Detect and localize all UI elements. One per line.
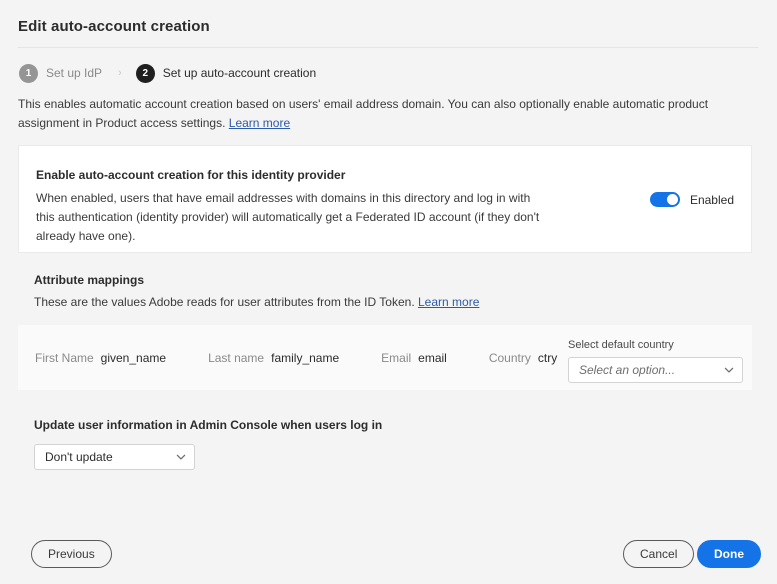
update-user-info-heading: Update user information in Admin Console… xyxy=(34,418,382,432)
chevron-down-icon xyxy=(176,452,186,462)
step-item-set-up-auto-account-creation[interactable]: 2 Set up auto-account creation xyxy=(136,64,316,83)
step-indicator: 1 Set up IdP › 2 Set up auto-account cre… xyxy=(19,63,316,83)
intro-learn-more-link[interactable]: Learn more xyxy=(229,116,290,130)
attribute-key-country: Country xyxy=(489,351,531,365)
attribute-pair-first-name: First Name given_name xyxy=(35,351,166,365)
enable-toggle-label: Enabled xyxy=(690,193,734,207)
attribute-value-last-name: family_name xyxy=(271,351,339,365)
previous-button[interactable]: Previous xyxy=(31,540,112,568)
cancel-button[interactable]: Cancel xyxy=(623,540,694,568)
attribute-mappings-subtext-text: These are the values Adobe reads for use… xyxy=(34,295,415,309)
edit-auto-account-creation-page: Edit auto-account creation 1 Set up IdP … xyxy=(0,0,777,584)
step-label-set-up-auto-account-creation: Set up auto-account creation xyxy=(163,66,316,80)
default-country-block: Select default country Select an option.… xyxy=(568,339,743,383)
attribute-value-country: ctry xyxy=(538,351,557,365)
attribute-mappings-heading: Attribute mappings xyxy=(34,273,144,287)
default-country-select[interactable]: Select an option... xyxy=(568,357,743,383)
title-divider xyxy=(18,47,758,48)
intro-text: This enables automatic account creation … xyxy=(18,97,708,130)
default-country-label: Select default country xyxy=(568,339,743,351)
enable-card-title: Enable auto-account creation for this id… xyxy=(36,168,345,182)
chevron-down-icon xyxy=(724,365,734,375)
step-number-2: 2 xyxy=(136,64,155,83)
attribute-key-first-name: First Name xyxy=(35,351,94,365)
attribute-key-last-name: Last name xyxy=(208,351,264,365)
attribute-pair-email: Email email xyxy=(381,351,447,365)
attribute-key-email: Email xyxy=(381,351,411,365)
enable-auto-account-creation-card: Enable auto-account creation for this id… xyxy=(18,145,752,253)
step-number-1: 1 xyxy=(19,64,38,83)
attribute-mappings-panel: First Name given_name Last name family_n… xyxy=(18,325,752,390)
update-user-info-select[interactable]: Don't update xyxy=(34,444,195,470)
attribute-pair-last-name: Last name family_name xyxy=(208,351,339,365)
done-button[interactable]: Done xyxy=(697,540,761,568)
attribute-pair-country: Country ctry xyxy=(489,351,557,365)
intro-paragraph: This enables automatic account creation … xyxy=(18,95,746,133)
attribute-mappings-subtext: These are the values Adobe reads for use… xyxy=(34,295,479,309)
attribute-mappings-learn-more-link[interactable]: Learn more xyxy=(418,295,479,309)
enable-toggle-group[interactable]: Enabled xyxy=(650,192,734,207)
page-title: Edit auto-account creation xyxy=(18,18,210,35)
step-item-set-up-idp[interactable]: 1 Set up IdP xyxy=(19,64,102,83)
step-separator-chevron-icon: › xyxy=(118,68,122,79)
enable-auto-account-creation-toggle[interactable] xyxy=(650,192,680,207)
attribute-value-first-name: given_name xyxy=(101,351,166,365)
attribute-value-email: email xyxy=(418,351,447,365)
attribute-mappings-row: First Name given_name Last name family_n… xyxy=(35,351,599,365)
enable-card-description: When enabled, users that have email addr… xyxy=(36,189,546,246)
toggle-knob xyxy=(667,194,678,205)
default-country-select-value: Select an option... xyxy=(579,363,675,377)
update-user-info-select-value: Don't update xyxy=(45,450,113,464)
step-label-set-up-idp: Set up IdP xyxy=(46,66,102,80)
